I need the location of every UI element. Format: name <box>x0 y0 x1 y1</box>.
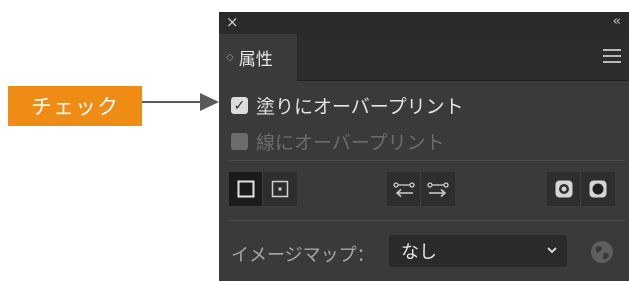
reverse-left-button[interactable] <box>387 172 421 206</box>
rectangle-icon <box>237 180 254 198</box>
panel-tab-row: ◇ 属性 <box>219 34 629 81</box>
divider <box>229 160 625 161</box>
overprint-fill-checkbox[interactable]: ✓ <box>231 97 248 114</box>
tab-attributes[interactable]: ◇ 属性 <box>219 34 297 81</box>
arrow-right-connector-icon <box>427 182 449 198</box>
imagemap-label: イメージマップ： <box>231 245 375 266</box>
center-point-button[interactable] <box>263 172 297 206</box>
fill-rule-button-group <box>547 172 615 206</box>
even-odd-button[interactable] <box>581 172 615 206</box>
overprint-fill-label: 塗りにオーバープリント <box>256 96 464 118</box>
callout-arrow <box>142 93 219 111</box>
direction-button-group <box>387 172 455 206</box>
callout-text: チェック <box>31 95 119 119</box>
chevron-down-icon <box>547 247 557 254</box>
overprint-stroke-row: 線にオーバープリント <box>231 128 445 155</box>
attributes-panel: × ‹‹ ◇ 属性 ✓ 塗りにオーバープリント 線にオーバープリント イメージマ… <box>219 12 629 281</box>
divider <box>229 220 625 221</box>
shape-button-group <box>229 172 297 206</box>
rectangle-button[interactable] <box>229 172 263 206</box>
close-icon[interactable]: × <box>226 13 239 31</box>
solid-ring-icon <box>589 180 607 198</box>
ring-icon <box>555 180 572 198</box>
panel-menu-icon[interactable] <box>603 49 621 67</box>
globe-icon[interactable] <box>589 239 615 265</box>
collapse-icon[interactable]: ‹‹ <box>613 14 622 29</box>
overprint-stroke-checkbox <box>231 133 248 150</box>
tab-label: 属性 <box>238 50 273 70</box>
overprint-stroke-label: 線にオーバープリント <box>256 132 445 154</box>
tab-toggle-icon[interactable]: ◇ <box>226 52 234 63</box>
callout-label: チェック <box>8 86 142 126</box>
reverse-right-button[interactable] <box>421 172 455 206</box>
imagemap-value: なし <box>401 242 437 263</box>
arrow-left-connector-icon <box>392 182 415 198</box>
center-point-icon <box>271 180 289 198</box>
nonzero-winding-button[interactable] <box>547 172 581 206</box>
overprint-fill-row[interactable]: ✓ 塗りにオーバープリント <box>231 92 464 119</box>
panel-titlebar[interactable]: × ‹‹ <box>219 12 629 34</box>
imagemap-select[interactable]: なし <box>389 235 567 267</box>
